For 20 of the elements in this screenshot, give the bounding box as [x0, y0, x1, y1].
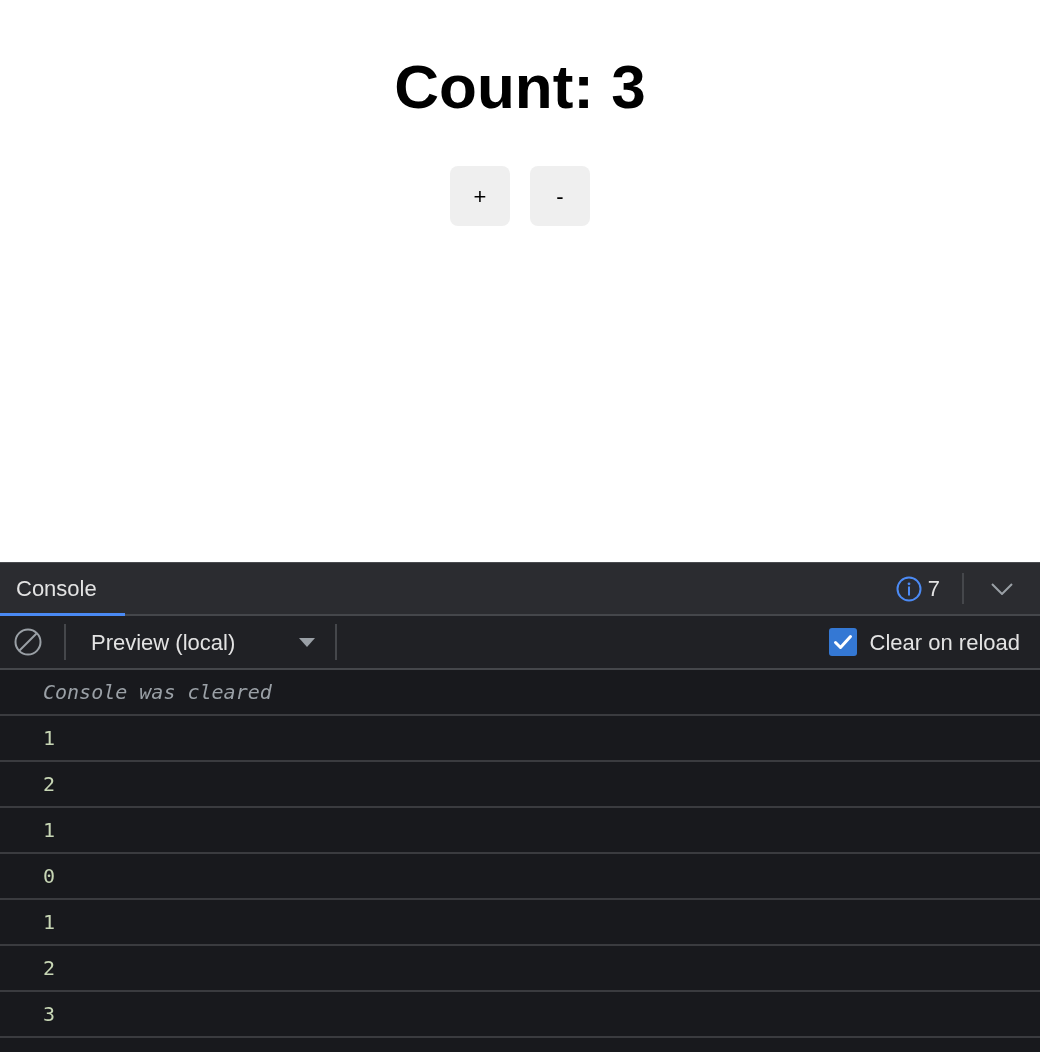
console-log-message: 2 [43, 958, 56, 978]
console-log-message: 3 [43, 1004, 56, 1024]
clear-console-icon [14, 628, 42, 656]
console-log-message: 1 [43, 728, 56, 748]
console-log-message: 0 [43, 866, 56, 886]
checkbox[interactable] [828, 628, 857, 656]
decrement-button[interactable]: - [530, 166, 590, 226]
context-dropdown[interactable]: Preview (local) [91, 625, 317, 659]
console-log-message: 1 [43, 820, 56, 840]
console-log-message: 2 [43, 774, 56, 794]
info-icon [895, 575, 922, 602]
checkbox-label: Clear on reload [869, 628, 1020, 657]
console-info-message: Console was cleared [43, 682, 272, 702]
message-count-button[interactable]: 7 [895, 563, 962, 614]
clear-console-button[interactable] [13, 627, 43, 657]
caret-down-icon [299, 637, 315, 647]
chevron-down-icon [991, 582, 1013, 595]
console-log-message: 1 [43, 912, 56, 932]
increment-button[interactable]: + [450, 166, 510, 226]
count-heading: Count: 3 [394, 51, 646, 123]
